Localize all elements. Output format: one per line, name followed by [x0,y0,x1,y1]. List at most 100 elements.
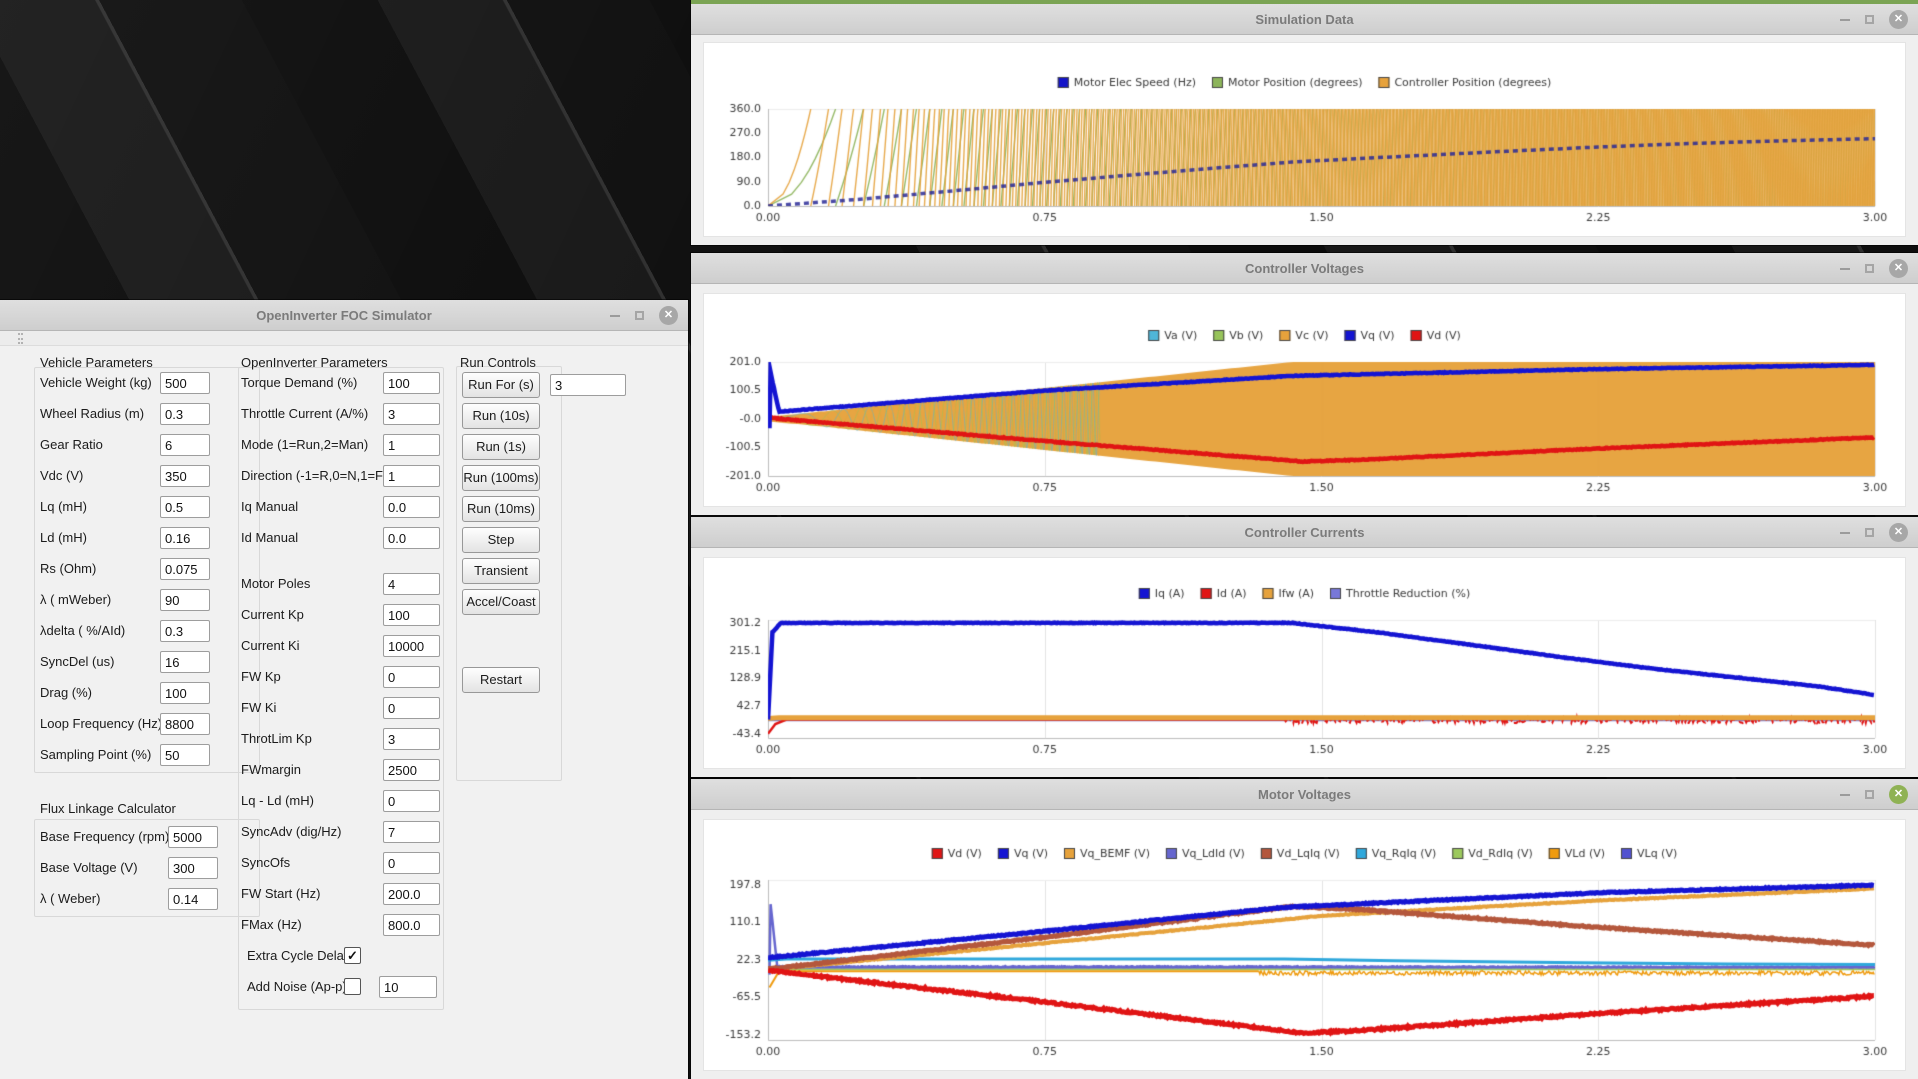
field-lq-ld[interactable] [383,790,440,812]
field-gear-ratio[interactable] [160,434,210,456]
label-id-manual: Id Manual [241,527,298,549]
chart-panel [703,42,1906,237]
vehicle-parameters-header: Vehicle Parameters [40,353,153,373]
window-title: Simulation Data [1255,4,1353,35]
controller-currents-chart [704,558,1905,768]
maximize-icon[interactable] [1865,15,1874,24]
label-sampling-point: Sampling Point (%) [40,744,151,766]
field-drag[interactable] [160,682,210,704]
minimize-icon[interactable] [1840,19,1850,21]
field-run-for-seconds[interactable] [550,374,626,396]
field-fw-start[interactable] [383,883,440,905]
chart-panel [703,557,1906,769]
label-base-frequency: Base Frequency (rpm) [40,826,169,848]
button-transient[interactable]: Transient [462,558,540,584]
field-lambda-weber[interactable] [168,888,218,910]
button-run-10ms[interactable]: Run (10ms) [462,496,540,522]
simulation-data-chart [704,43,1905,236]
toolbar [0,331,688,346]
field-add-noise[interactable] [379,976,437,998]
close-icon[interactable]: ✕ [1889,10,1908,29]
controller-voltages-titlebar[interactable]: Controller Voltages ✕ [691,253,1918,284]
close-icon[interactable]: ✕ [1889,785,1908,804]
checkbox-add-noise[interactable] [344,978,361,995]
field-current-ki[interactable] [383,635,440,657]
minimize-icon[interactable] [1840,268,1850,270]
field-throttle-current[interactable] [383,403,440,425]
controller-currents-titlebar[interactable]: Controller Currents ✕ [691,517,1918,548]
minimize-icon[interactable] [610,315,620,317]
field-fwmargin[interactable] [383,759,440,781]
field-rs[interactable] [160,558,210,580]
chart-panel [703,293,1906,507]
label-lq-ld: Lq - Ld (mH) [241,790,314,812]
label-mode: Mode (1=Run,2=Man) [241,434,368,456]
button-accel-coast[interactable]: Accel/Coast [462,589,540,615]
field-iq-manual[interactable] [383,496,440,518]
field-base-voltage[interactable] [168,857,218,879]
field-wheel-radius[interactable] [160,403,210,425]
maximize-icon[interactable] [635,311,644,320]
field-sampling-point[interactable] [160,744,210,766]
field-ld[interactable] [160,527,210,549]
label-syncofs: SyncOfs [241,852,290,874]
label-iq-manual: Iq Manual [241,496,298,518]
checkbox-extra-cycle-delay[interactable]: ✓ [344,947,361,964]
maximize-icon[interactable] [1865,790,1874,799]
field-base-frequency[interactable] [168,826,218,848]
label-ld: Ld (mH) [40,527,87,549]
field-fw-kp[interactable] [383,666,440,688]
controller-voltages-window: Controller Voltages ✕ [691,253,1918,515]
label-extra-cycle-delay: Extra Cycle Delay [247,945,350,967]
field-loop-frequency[interactable] [160,713,210,735]
button-run-10s[interactable]: Run (10s) [462,403,540,429]
close-icon[interactable]: ✕ [1889,523,1908,542]
field-current-kp[interactable] [383,604,440,626]
field-lq[interactable] [160,496,210,518]
close-icon[interactable]: ✕ [1889,259,1908,278]
simulator-content: Vehicle ParametersFlux Linkage Calculato… [0,347,688,1079]
label-add-noise: Add Noise (Ap-p) [247,976,347,998]
field-fmax[interactable] [383,914,440,936]
field-fw-ki[interactable] [383,697,440,719]
label-syncdel: SyncDel (us) [40,651,114,673]
motor-voltages-chart [704,820,1905,1070]
minimize-icon[interactable] [1840,532,1850,534]
field-lambda-mweber[interactable] [160,589,210,611]
label-drag: Drag (%) [40,682,92,704]
label-gear-ratio: Gear Ratio [40,434,103,456]
label-vehicle-weight: Vehicle Weight (kg) [40,372,152,394]
close-icon[interactable]: ✕ [659,306,678,325]
field-syncofs[interactable] [383,852,440,874]
button-step[interactable]: Step [462,527,540,553]
minimize-icon[interactable] [1840,794,1850,796]
toolbar-grip-icon[interactable] [18,333,23,344]
label-fw-start: FW Start (Hz) [241,883,320,905]
field-id-manual[interactable] [383,527,440,549]
field-direction[interactable] [383,465,440,487]
field-syncdel[interactable] [160,651,210,673]
field-throtlim-kp[interactable] [383,728,440,750]
field-torque-demand[interactable] [383,372,440,394]
field-lambda-delta[interactable] [160,620,210,642]
button-restart[interactable]: Restart [462,667,540,693]
field-mode[interactable] [383,434,440,456]
simulator-titlebar[interactable]: OpenInverter FOC Simulator ✕ [0,300,688,331]
field-motor-poles[interactable] [383,573,440,595]
label-fmax: FMax (Hz) [241,914,302,936]
controller-currents-window: Controller Currents ✕ [691,517,1918,777]
label-syncadv: SyncAdv (dig/Hz) [241,821,341,843]
motor-voltages-titlebar[interactable]: Motor Voltages ✕ [691,779,1918,810]
button-run-for[interactable]: Run For (s) [462,372,540,398]
label-loop-frequency: Loop Frequency (Hz) [40,713,162,735]
field-vdc[interactable] [160,465,210,487]
field-vehicle-weight[interactable] [160,372,210,394]
label-lambda-delta: λdelta ( %/AId) [40,620,125,642]
button-run-1s[interactable]: Run (1s) [462,434,540,460]
simulation-data-titlebar[interactable]: Simulation Data ✕ [691,4,1918,35]
maximize-icon[interactable] [1865,264,1874,273]
label-lambda-mweber: λ ( mWeber) [40,589,111,611]
field-syncadv[interactable] [383,821,440,843]
maximize-icon[interactable] [1865,528,1874,537]
button-run-100ms[interactable]: Run (100ms) [462,465,540,491]
